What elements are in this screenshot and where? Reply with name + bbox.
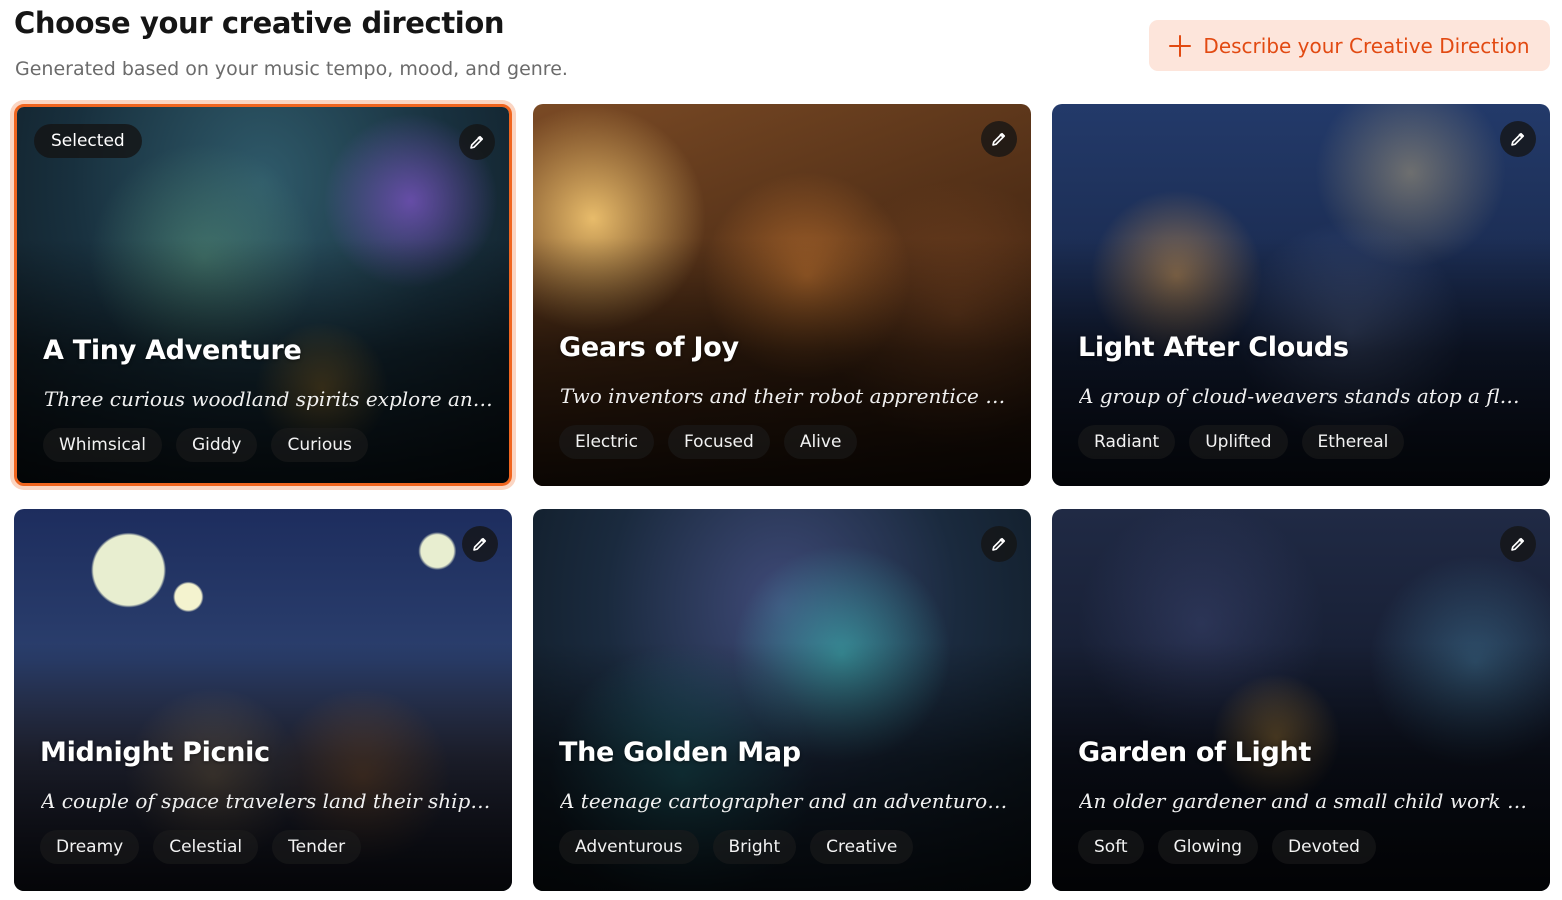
direction-card-the-golden-map[interactable]: The Golden Map A teenage cartographer an…: [533, 509, 1031, 891]
mood-tag: Glowing: [1157, 830, 1259, 864]
mood-tag: Alive: [783, 425, 858, 459]
edit-card-button[interactable]: [981, 526, 1017, 562]
pencil-icon: [470, 135, 484, 149]
creative-direction-page: Choose your creative direction Generated…: [0, 0, 1562, 900]
mood-tag: Devoted: [1272, 830, 1376, 864]
selected-badge: Selected: [34, 124, 142, 158]
card-description: Three curious woodland spirits explore a…: [44, 387, 494, 411]
card-tags: Dreamy Celestial Tender: [40, 830, 362, 864]
pencil-icon: [992, 132, 1006, 146]
page-title: Choose your creative direction: [14, 6, 505, 40]
edit-card-button[interactable]: [1500, 121, 1536, 157]
mood-tag: Creative: [810, 830, 914, 864]
card-tags: Electric Focused Alive: [559, 425, 858, 459]
edit-card-button[interactable]: [462, 526, 498, 562]
card-description: An older gardener and a small child work…: [1079, 789, 1529, 813]
mood-tag: Soft: [1078, 830, 1144, 864]
pencil-icon: [473, 537, 487, 551]
mood-tag: Curious: [271, 428, 368, 462]
card-description: A teenage cartographer and an adventuro…: [560, 789, 1008, 813]
card-title: A Tiny Adventure: [43, 335, 302, 366]
card-tags: Adventurous Bright Creative: [559, 830, 914, 864]
mood-tag: Radiant: [1078, 425, 1176, 459]
card-tags: Radiant Uplifted Ethereal: [1078, 425, 1405, 459]
mood-tag: Giddy: [175, 428, 258, 462]
pencil-icon: [1511, 537, 1525, 551]
mood-tag: Adventurous: [559, 830, 699, 864]
card-title: Garden of Light: [1078, 737, 1312, 768]
mood-tag: Ethereal: [1301, 425, 1405, 459]
edit-card-button[interactable]: [981, 121, 1017, 157]
card-title: Light After Clouds: [1078, 332, 1349, 363]
pencil-icon: [992, 537, 1006, 551]
mood-tag: Focused: [668, 425, 770, 459]
card-title: Midnight Picnic: [40, 737, 270, 768]
describe-creative-direction-button[interactable]: Describe your Creative Direction: [1149, 20, 1550, 71]
plus-icon: [1169, 34, 1192, 57]
card-description: A couple of space travelers land their s…: [41, 789, 491, 813]
mood-tag: Tender: [272, 830, 362, 864]
mood-tag: Whimsical: [43, 428, 162, 462]
direction-card-a-tiny-adventure[interactable]: Selected A Tiny Adventure Three curious …: [14, 104, 512, 486]
mood-tag: Celestial: [153, 830, 259, 864]
mood-tag: Uplifted: [1189, 425, 1288, 459]
pencil-icon: [1511, 132, 1525, 146]
card-description: Two inventors and their robot apprentice…: [560, 384, 1010, 408]
direction-card-midnight-picnic[interactable]: Midnight Picnic A couple of space travel…: [14, 509, 512, 891]
card-description: A group of cloud-weavers stands atop a f…: [1079, 384, 1529, 408]
direction-card-gears-of-joy[interactable]: Gears of Joy Two inventors and their rob…: [533, 104, 1031, 486]
edit-card-button[interactable]: [459, 124, 495, 160]
edit-card-button[interactable]: [1500, 526, 1536, 562]
mood-tag: Electric: [559, 425, 654, 459]
describe-button-label: Describe your Creative Direction: [1203, 33, 1530, 58]
card-title: Gears of Joy: [559, 332, 739, 363]
card-tags: Soft Glowing Devoted: [1078, 830, 1376, 864]
mood-tag: Dreamy: [40, 830, 140, 864]
direction-card-light-after-clouds[interactable]: Light After Clouds A group of cloud-weav…: [1052, 104, 1550, 486]
mood-tag: Bright: [712, 830, 797, 864]
card-title: The Golden Map: [559, 737, 801, 768]
page-subtitle: Generated based on your music tempo, moo…: [15, 58, 568, 80]
direction-card-garden-of-light[interactable]: Garden of Light An older gardener and a …: [1052, 509, 1550, 891]
card-tags: Whimsical Giddy Curious: [43, 428, 368, 462]
